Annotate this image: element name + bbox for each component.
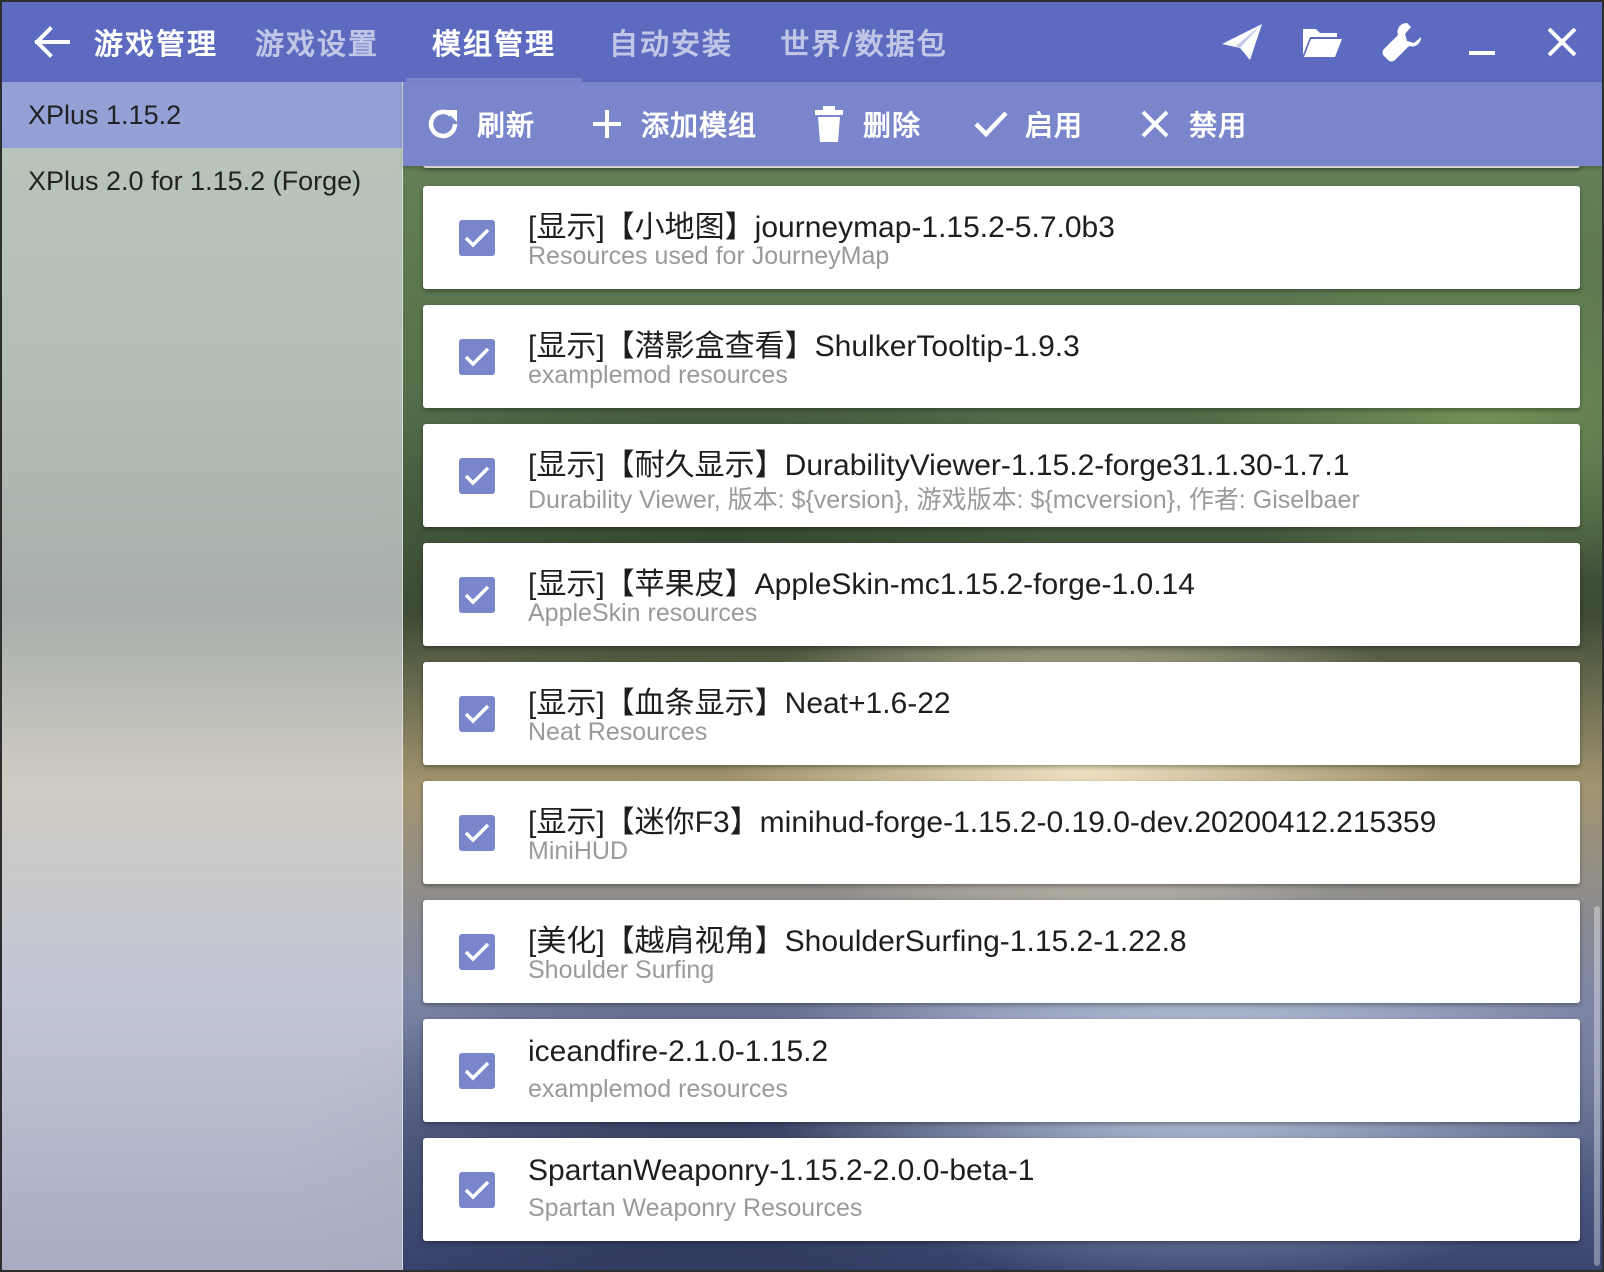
mod-enabled-checkbox[interactable] — [459, 934, 495, 970]
list-item[interactable] — [423, 166, 1580, 168]
tab-game-settings[interactable]: 游戏设置 — [228, 2, 406, 82]
mod-name: iceandfire-2.1.0-1.15.2 — [528, 1035, 829, 1068]
tab-world-datapack[interactable]: 世界/数据包 — [760, 2, 968, 82]
plus-icon — [587, 104, 627, 144]
checkmark-icon — [464, 466, 490, 486]
mod-list: [显示]【小地图】journeymap-1.15.2-5.7.0b3 Resou… — [403, 166, 1602, 1270]
refresh-label: 刷新 — [477, 109, 536, 142]
mod-enabled-checkbox[interactable] — [459, 815, 495, 851]
version-item[interactable]: XPlus 2.0 for 1.15.2 (Forge) — [2, 148, 402, 214]
mod-enabled-checkbox[interactable] — [459, 220, 495, 256]
mod-list-item[interactable]: [显示]【血条显示】Neat+1.6-22 Neat Resources — [423, 662, 1580, 765]
page-title: 游戏管理 — [93, 27, 218, 61]
mod-name: [美化]【越肩视角】ShoulderSurfing-1.15.2-1.22.8 — [528, 925, 1187, 958]
mod-description: Durability Viewer, 版本: ${version}, 游戏版本:… — [528, 486, 1360, 514]
checkmark-icon — [464, 942, 490, 962]
mod-list-item[interactable]: SpartanWeaponry-1.15.2-2.0.0-beta-1 Spar… — [423, 1138, 1580, 1241]
add-mod-label: 添加模组 — [641, 109, 758, 142]
mod-enabled-checkbox[interactable] — [459, 1053, 495, 1089]
mod-description: AppleSkin resources — [528, 599, 758, 627]
refresh-icon — [423, 104, 463, 144]
arrow-left-icon — [34, 26, 70, 58]
window-controls — [1202, 2, 1602, 82]
wrench-icon — [1382, 23, 1421, 62]
mod-name: [显示]【迷你F3】minihud-forge-1.15.2-0.19.0-de… — [528, 806, 1437, 839]
delete-button[interactable]: 删除 — [809, 82, 921, 166]
checkmark-icon — [464, 1061, 490, 1081]
mod-list-item[interactable]: [美化]【越肩视角】ShoulderSurfing-1.15.2-1.22.8 … — [423, 900, 1580, 1003]
checkmark-icon — [464, 704, 490, 724]
send-icon — [1222, 24, 1262, 60]
delete-label: 删除 — [863, 109, 922, 142]
mod-name: [显示]【苹果皮】AppleSkin-mc1.15.2-forge-1.0.14 — [528, 568, 1195, 601]
mod-list-item[interactable]: [显示]【苹果皮】AppleSkin-mc1.15.2-forge-1.0.14… — [423, 543, 1580, 646]
version-sidebar: XPlus 1.15.2 XPlus 2.0 for 1.15.2 (Forge… — [2, 82, 403, 1270]
checkmark-icon — [464, 585, 490, 605]
open-folder-button[interactable] — [1282, 2, 1362, 82]
mod-description: Neat Resources — [528, 718, 708, 746]
tab-auto-install[interactable]: 自动安装 — [582, 2, 760, 82]
send-button[interactable] — [1202, 2, 1282, 82]
mod-description: MiniHUD — [528, 837, 628, 865]
mod-enabled-checkbox[interactable] — [459, 1172, 495, 1208]
tab-mod-management[interactable]: 模组管理 — [406, 2, 582, 82]
close-icon — [1547, 27, 1577, 57]
mod-enabled-checkbox[interactable] — [459, 696, 495, 732]
checkmark-icon — [464, 347, 490, 367]
mod-name: [显示]【耐久显示】DurabilityViewer-1.15.2-forge3… — [528, 449, 1350, 482]
close-button[interactable] — [1522, 2, 1602, 82]
mod-description: Resources used for JourneyMap — [528, 242, 890, 270]
mod-enabled-checkbox[interactable] — [459, 577, 495, 613]
mod-name: [显示]【小地图】journeymap-1.15.2-5.7.0b3 — [528, 211, 1115, 244]
refresh-button[interactable]: 刷新 — [423, 82, 535, 166]
checkmark-icon — [464, 1180, 490, 1200]
mod-toolbar: 刷新 添加模组 删除 启用 禁用 — [403, 82, 1602, 166]
mod-list-item[interactable]: iceandfire-2.1.0-1.15.2 examplemod resou… — [423, 1019, 1580, 1122]
enable-label: 启用 — [1025, 109, 1084, 142]
disable-label: 禁用 — [1189, 109, 1248, 142]
mod-list-item[interactable]: [显示]【潜影盒查看】ShulkerTooltip-1.9.3 examplem… — [423, 305, 1580, 408]
mod-description: Spartan Weaponry Resources — [528, 1194, 863, 1222]
version-item[interactable]: XPlus 1.15.2 — [2, 82, 402, 148]
minimize-button[interactable] — [1442, 2, 1522, 82]
settings-button[interactable] — [1362, 2, 1442, 82]
title-bar: 游戏管理 游戏设置 模组管理 自动安装 世界/数据包 — [2, 2, 1602, 82]
tab-bar: 游戏管理 游戏设置 模组管理 自动安装 世界/数据包 — [84, 2, 968, 82]
checkmark-icon — [464, 228, 490, 248]
folder-open-icon — [1303, 29, 1342, 57]
mod-list-item[interactable]: [显示]【迷你F3】minihud-forge-1.15.2-0.19.0-de… — [423, 781, 1580, 884]
mod-enabled-checkbox[interactable] — [459, 339, 495, 375]
mod-list-item[interactable]: [显示]【小地图】journeymap-1.15.2-5.7.0b3 Resou… — [423, 186, 1580, 289]
trash-icon — [809, 104, 849, 144]
disable-button[interactable]: 禁用 — [1135, 82, 1247, 166]
x-icon — [1135, 104, 1175, 144]
mod-enabled-checkbox[interactable] — [459, 458, 495, 494]
minimize-icon — [1469, 51, 1495, 55]
mod-description: examplemod resources — [528, 361, 788, 389]
mod-name: [显示]【潜影盒查看】ShulkerTooltip-1.9.3 — [528, 330, 1080, 363]
check-icon — [971, 104, 1011, 144]
mod-list-item[interactable]: [显示]【耐久显示】DurabilityViewer-1.15.2-forge3… — [423, 424, 1580, 527]
app-window: 游戏管理 游戏设置 模组管理 自动安装 世界/数据包 XPlus 1.15.2 … — [0, 0, 1604, 1272]
back-button[interactable] — [28, 20, 76, 64]
add-mod-button[interactable]: 添加模组 — [587, 82, 757, 166]
mod-description: examplemod resources — [528, 1075, 788, 1103]
mod-name: SpartanWeaponry-1.15.2-2.0.0-beta-1 — [528, 1154, 1035, 1187]
checkmark-icon — [464, 823, 490, 843]
mod-name: [显示]【血条显示】Neat+1.6-22 — [528, 687, 951, 720]
scrollbar[interactable] — [1594, 906, 1600, 1266]
mod-description: Shoulder Surfing — [528, 956, 715, 984]
enable-button[interactable]: 启用 — [971, 82, 1083, 166]
